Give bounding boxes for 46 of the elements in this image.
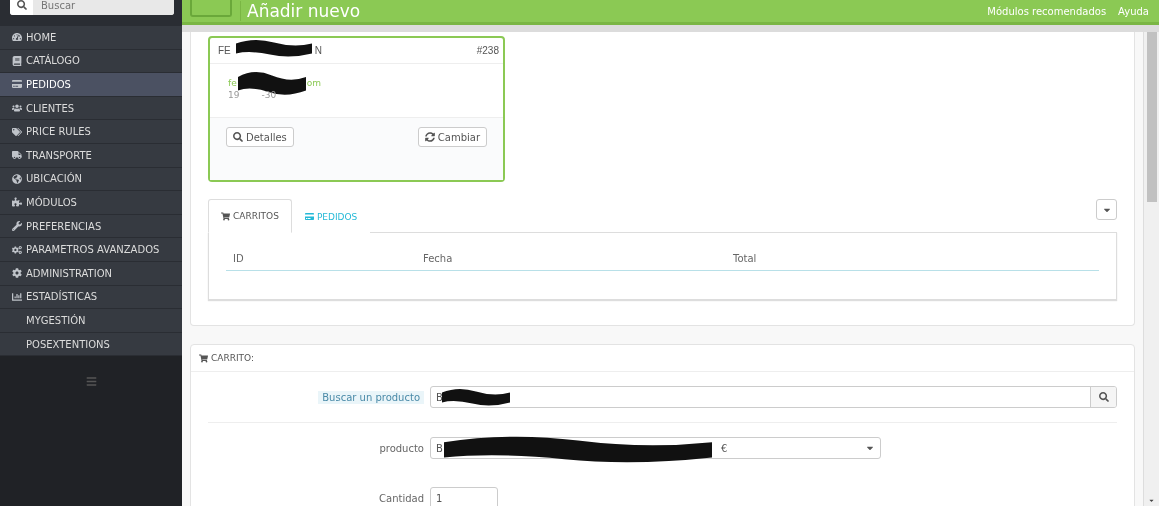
field-label: Buscar un producto bbox=[318, 390, 424, 404]
truck-icon bbox=[11, 150, 22, 161]
column-header: Fecha bbox=[423, 253, 454, 264]
puzzle-icon bbox=[11, 197, 22, 208]
customer-name: N bbox=[314, 45, 322, 56]
gear-icon bbox=[11, 268, 22, 279]
dropdown-button[interactable] bbox=[1096, 199, 1117, 220]
refresh-icon bbox=[424, 132, 435, 142]
customer-number: #238 bbox=[476, 45, 499, 56]
customer-birthdate: 19 bbox=[228, 90, 240, 100]
customer-birthdate: -30 bbox=[261, 90, 277, 100]
quantity-field[interactable]: 1 bbox=[430, 487, 498, 506]
redaction-drawing bbox=[440, 387, 512, 407]
menu-icon[interactable] bbox=[85, 376, 97, 388]
column-header: ID bbox=[233, 253, 245, 264]
globe-icon bbox=[11, 173, 22, 184]
customer-email: om bbox=[306, 78, 321, 88]
page-title: Añadir nuevo bbox=[240, 1, 361, 21]
scrollbar-thumb[interactable] bbox=[1146, 32, 1157, 202]
users-icon bbox=[11, 103, 22, 114]
cart-icon bbox=[221, 211, 230, 221]
search-icon bbox=[233, 132, 243, 142]
cart-icon bbox=[199, 353, 208, 363]
card-icon bbox=[11, 79, 22, 90]
column-header: Total bbox=[733, 253, 758, 264]
sidebar-item[interactable]: PEDIDOS bbox=[0, 73, 182, 97]
customer-name: FE bbox=[218, 45, 231, 56]
tab[interactable]: CARRITOS bbox=[208, 199, 292, 233]
section-title: CARRITO: bbox=[211, 353, 255, 363]
field-label: Cantidad bbox=[379, 492, 424, 504]
field-label: producto bbox=[379, 442, 424, 454]
card-icon bbox=[304, 212, 314, 221]
book-icon bbox=[11, 55, 22, 66]
gauge-icon bbox=[11, 32, 22, 43]
change-button[interactable]: Cambiar bbox=[417, 127, 487, 147]
gears-icon bbox=[11, 244, 22, 255]
bar-chart-icon bbox=[11, 291, 22, 302]
search-field[interactable]: Buscar bbox=[10, 0, 174, 15]
search-icon bbox=[16, 0, 27, 10]
customer-email: fe bbox=[228, 78, 237, 88]
wrench-icon bbox=[11, 221, 22, 232]
product-search-field[interactable]: B bbox=[430, 386, 1117, 408]
form-icon bbox=[190, 0, 232, 17]
search-icon bbox=[1098, 392, 1109, 402]
tag-icon bbox=[11, 126, 22, 137]
details-button[interactable]: Detalles bbox=[226, 127, 294, 147]
